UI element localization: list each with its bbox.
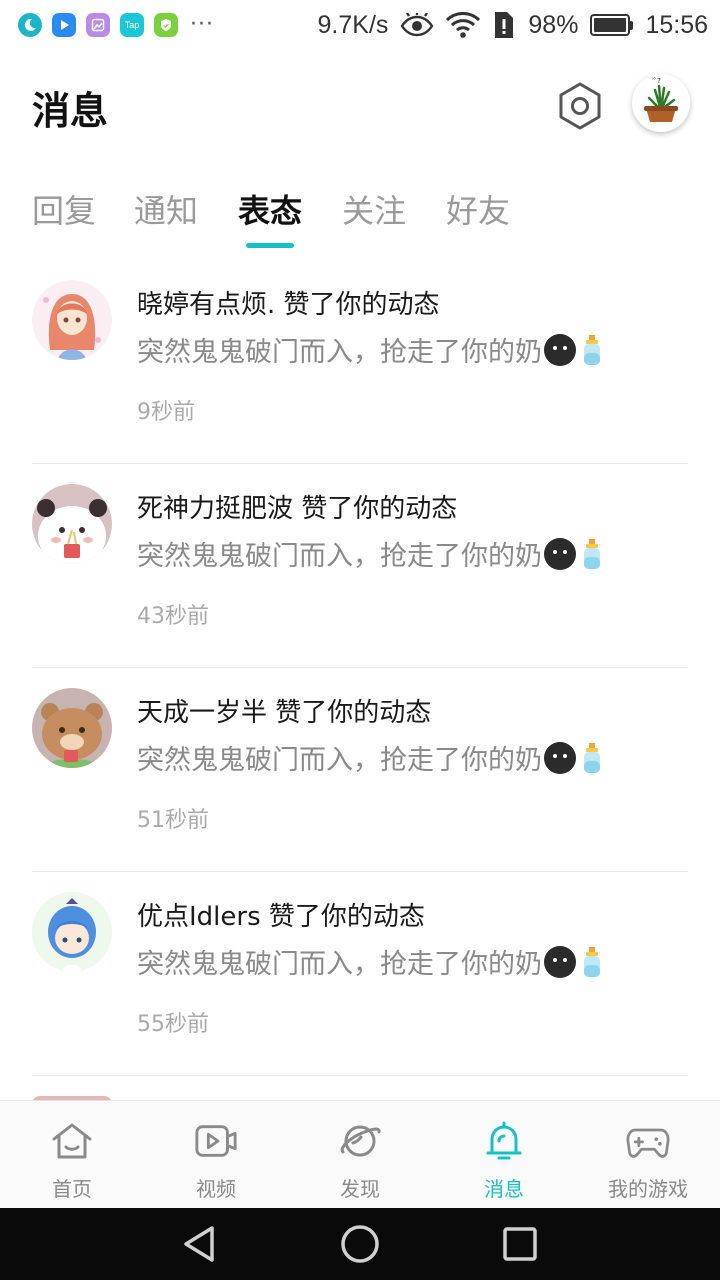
message-text: 突然鬼鬼破门而入，抢走了你的奶 <box>137 745 542 776</box>
nav-video[interactable]: 视频 <box>144 1101 288 1208</box>
message-content: 突然鬼鬼破门而入，抢走了你的奶 <box>137 942 604 981</box>
bell-icon <box>482 1119 526 1163</box>
message-content: 突然鬼鬼破门而入，抢走了你的奶 <box>137 738 604 777</box>
baby-bottle-emoji-icon <box>584 334 600 365</box>
home-icon <box>50 1119 94 1163</box>
nav-discover[interactable]: 发现 <box>288 1101 432 1208</box>
play-app-icon <box>52 13 76 37</box>
message-title: 天成一岁半 赞了你的动态 <box>137 698 432 728</box>
recents-square-icon <box>503 1227 537 1261</box>
list-item[interactable]: 死神力挺肥波 赞了你的动态 突然鬼鬼破门而入，抢走了你的奶 43秒前 <box>0 464 720 668</box>
black-face-emoji-icon <box>544 537 576 570</box>
notification-icons: Tap ··· <box>18 13 214 37</box>
potted-plant-avatar-icon: ᵔ ̀? <box>632 74 690 132</box>
message-tabs: 回复 通知 表态 关注 好友 <box>0 178 720 250</box>
net-speed: 9.7K/s <box>317 10 389 39</box>
clock: 15:56 <box>645 10 708 39</box>
message-time: 9秒前 <box>137 400 195 425</box>
bottom-nav: 首页 视频 发现 消息 我的游戏 <box>0 1100 720 1208</box>
anime-girl-avatar-icon <box>32 280 112 360</box>
page-title: 消息 <box>32 89 109 133</box>
message-title: 晓婷有点烦. 赞了你的动态 <box>137 290 440 320</box>
message-title: 优点Idlers 赞了你的动态 <box>137 902 425 932</box>
nav-my-games[interactable]: 我的游戏 <box>576 1101 720 1208</box>
status-bar: Tap ··· 9.7K/s 98% 15:56 <box>0 0 720 50</box>
sim-alert-icon <box>492 11 516 39</box>
avatar[interactable] <box>32 280 112 360</box>
avatar[interactable] <box>32 484 112 564</box>
tab-reply[interactable]: 回复 <box>32 186 96 232</box>
brown-bear-avatar-icon <box>32 688 112 768</box>
planet-icon <box>338 1119 382 1163</box>
tab-follow[interactable]: 关注 <box>342 186 406 232</box>
nav-label: 消息 <box>484 1177 524 1201</box>
battery-icon <box>590 14 634 36</box>
blue-hair-boy-avatar-icon <box>32 892 112 972</box>
svg-text:ᵔ ̀?: ᵔ ̀? <box>652 77 661 85</box>
message-time: 55秒前 <box>137 1012 209 1037</box>
avatar[interactable] <box>32 688 112 768</box>
panda-bear-avatar-icon <box>32 484 112 564</box>
tab-reaction[interactable]: 表态 <box>238 186 302 232</box>
message-text: 突然鬼鬼破门而入，抢走了你的奶 <box>137 949 542 980</box>
home-button[interactable] <box>280 1224 440 1264</box>
tab-notification[interactable]: 通知 <box>134 186 198 232</box>
nav-label: 首页 <box>52 1177 92 1201</box>
message-content: 突然鬼鬼破门而入，抢走了你的奶 <box>137 330 604 369</box>
nav-home[interactable]: 首页 <box>0 1101 144 1208</box>
gallery-app-icon <box>86 13 110 37</box>
eye-comfort-icon <box>400 13 434 37</box>
nav-label: 我的游戏 <box>608 1177 688 1201</box>
video-icon <box>194 1119 238 1163</box>
gamepad-icon <box>626 1119 670 1163</box>
black-face-emoji-icon <box>544 333 576 366</box>
tab-friends[interactable]: 好友 <box>446 186 510 232</box>
back-button[interactable] <box>120 1225 280 1263</box>
black-face-emoji-icon <box>544 741 576 774</box>
nav-messages[interactable]: 消息 <box>432 1101 576 1208</box>
moon-app-icon <box>18 13 42 37</box>
more-notifications-icon: ··· <box>190 12 214 37</box>
black-face-emoji-icon <box>544 945 576 978</box>
wifi-icon <box>446 12 481 38</box>
divider <box>32 1075 688 1076</box>
home-circle-icon <box>341 1225 379 1263</box>
battery-percent: 98% <box>528 10 579 39</box>
settings-hexagon-icon <box>559 82 601 130</box>
nav-label: 发现 <box>340 1177 380 1201</box>
message-time: 43秒前 <box>137 604 209 629</box>
active-tab-indicator <box>246 243 294 248</box>
message-text: 突然鬼鬼破门而入，抢走了你的奶 <box>137 337 542 368</box>
nav-label: 视频 <box>196 1177 236 1201</box>
recents-button[interactable] <box>440 1226 600 1262</box>
user-avatar[interactable]: ᵔ ̀? <box>632 74 690 132</box>
settings-button[interactable] <box>554 80 606 132</box>
list-item[interactable]: 晓婷有点烦. 赞了你的动态 突然鬼鬼破门而入，抢走了你的奶 9秒前 <box>0 260 720 464</box>
list-item[interactable]: 优点Idlers 赞了你的动态 突然鬼鬼破门而入，抢走了你的奶 55秒前 <box>0 872 720 1076</box>
message-time: 51秒前 <box>137 808 209 833</box>
message-title: 死神力挺肥波 赞了你的动态 <box>137 494 458 524</box>
message-content: 突然鬼鬼破门而入，抢走了你的奶 <box>137 534 604 573</box>
baby-bottle-emoji-icon <box>584 742 600 773</box>
avatar[interactable] <box>32 892 112 972</box>
header: 消息 ᵔ ̀? <box>0 62 720 152</box>
status-indicators: 9.7K/s 98% 15:56 <box>318 11 708 40</box>
baby-bottle-emoji-icon <box>584 946 600 977</box>
message-text: 突然鬼鬼破门而入，抢走了你的奶 <box>137 541 542 572</box>
back-triangle-icon <box>184 1226 214 1262</box>
shield-app-icon <box>154 13 178 37</box>
list-item[interactable]: 天成一岁半 赞了你的动态 突然鬼鬼破门而入，抢走了你的奶 51秒前 <box>0 668 720 872</box>
baby-bottle-emoji-icon <box>584 538 600 569</box>
message-list: 晓婷有点烦. 赞了你的动态 突然鬼鬼破门而入，抢走了你的奶 9秒前 死神力挺肥波… <box>0 260 720 1076</box>
tap-app-icon: Tap <box>120 13 144 37</box>
system-nav-bar <box>0 1208 720 1280</box>
